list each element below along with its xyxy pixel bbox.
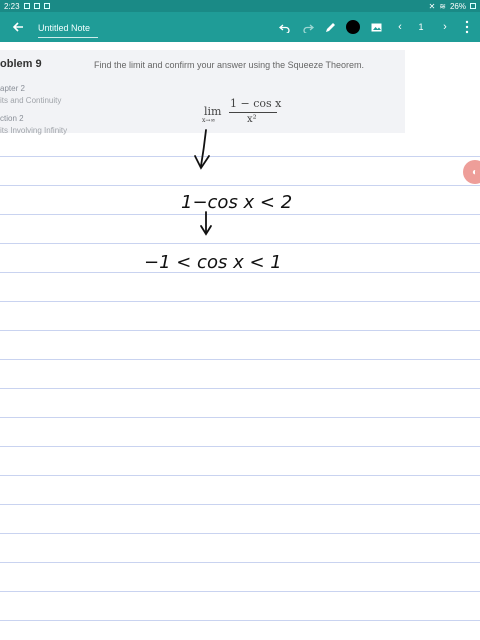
handwriting-line-1: 1−cos x < 2 [181, 192, 292, 213]
handwriting-line-2: −1 < cos x < 1 [144, 252, 282, 273]
handwriting-arrow-2 [200, 211, 212, 236]
handwriting-arrow-1 [194, 129, 210, 170]
ink-layer: 1−cos x < 2 −1 < cos x < 1 [144, 129, 292, 273]
